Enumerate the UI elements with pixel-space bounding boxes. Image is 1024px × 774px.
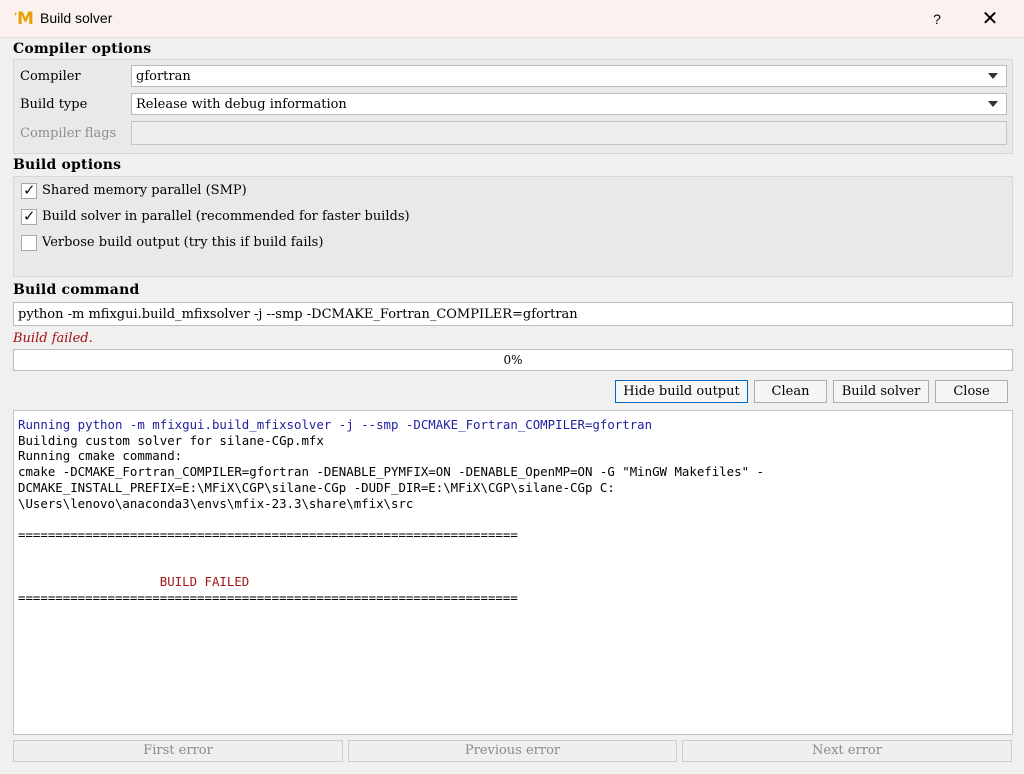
compiler-options-title: Compiler options [13,41,152,57]
progress-text: 0% [503,353,523,367]
build-options-title: Build options [13,157,122,173]
smp-checkbox[interactable]: ✓ [21,181,37,199]
output-line: \Users\lenovo\anaconda3\envs\mfix-23.3\s… [18,495,414,511]
output-line: Running cmake command: [18,448,183,464]
build-type-select[interactable]: Release with debug information [131,93,1007,115]
build-status-text: Build failed. [13,331,93,346]
parallel-build-checkbox-label: Build solver in parallel (recommended fo… [42,209,410,224]
build-progress-bar: 0% [13,349,1013,371]
parallel-build-checkbox[interactable]: ✓ [21,207,37,225]
verbose-output-checkbox-label: Verbose build output (try this if build … [42,235,324,250]
mfix-logo-icon: ʼM [14,9,34,29]
compiler-flags-label: Compiler flags [20,126,117,141]
previous-error-button[interactable]: Previous error [348,740,677,762]
chevron-down-icon [988,73,998,79]
compiler-select-value: gfortran [136,69,191,84]
close-button[interactable]: Close [935,380,1008,403]
smp-checkbox-label: Shared memory parallel (SMP) [42,183,247,198]
next-error-button[interactable]: Next error [682,740,1012,762]
build-options-group: ✓ Shared memory parallel (SMP) ✓ Build s… [13,176,1013,277]
clean-button[interactable]: Clean [754,380,827,403]
build-command-title: Build command [13,282,140,298]
title-bar: ʼM Build solver ? ✕ [0,0,1024,38]
parallel-build-checkbox-row[interactable]: ✓ Build solver in parallel (recommended … [21,207,621,226]
verbose-output-checkbox-row[interactable]: Verbose build output (try this if build … [21,234,621,252]
window-title: Build solver [40,10,113,26]
smp-checkbox-row[interactable]: ✓ Shared memory parallel (SMP) [21,181,621,200]
build-solver-button[interactable]: Build solver [833,380,929,403]
output-line: Running python -m mfixgui.build_mfixsolv… [18,417,653,432]
build-type-select-value: Release with debug information [136,97,347,112]
build-command-field[interactable]: python -m mfixgui.build_mfixsolver -j --… [13,302,1013,326]
compiler-label: Compiler [20,69,81,84]
chevron-down-icon [988,101,998,107]
build-type-label: Build type [20,97,88,112]
compiler-select[interactable]: gfortran [131,65,1007,87]
verbose-output-checkbox[interactable] [21,235,37,251]
output-line: Building custom solver for silane-CGp.mf… [18,432,324,448]
close-window-icon[interactable]: ✕ [975,7,1005,31]
build-command-text: python -m mfixgui.build_mfixsolver -j --… [18,307,578,322]
compiler-flags-input [131,121,1007,145]
output-line: ========================================… [18,526,518,542]
output-line: BUILD FAILED [18,574,250,590]
output-line: cmake -DCMAKE_Fortran_COMPILER=gfortran … [18,464,764,480]
checkmark-icon: ✓ [23,181,36,199]
checkmark-icon: ✓ [23,207,36,225]
build-output-log[interactable]: Running python -m mfixgui.build_mfixsolv… [13,410,1013,735]
compiler-options-group: Compiler gfortran Build type Release wit… [13,59,1013,154]
output-line: ========================================… [18,589,518,605]
first-error-button[interactable]: First error [13,740,343,762]
output-line: DCMAKE_INSTALL_PREFIX=E:\MFiX\CGP\silane… [18,479,615,495]
help-button[interactable]: ? [925,8,949,30]
hide-build-output-button[interactable]: Hide build output [615,380,748,403]
